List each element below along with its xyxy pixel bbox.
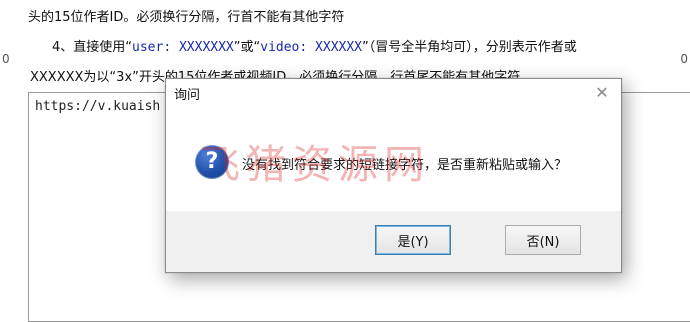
no-button[interactable]: 否(N): [505, 225, 581, 255]
close-button[interactable]: ✕: [589, 81, 615, 103]
line2-code-user: user: XXXXXXX: [132, 40, 234, 55]
dialog-title: 询问: [174, 88, 201, 103]
line2-mid: ”或“: [233, 40, 261, 55]
dialog-content: ? 没有找到符合要求的短链接字符，是否重新粘贴或输入？: [166, 105, 621, 211]
question-icon: ?: [195, 145, 229, 179]
dialog-titlebar[interactable]: 询问 ✕: [166, 79, 621, 105]
close-icon: ✕: [595, 82, 609, 102]
textarea-value: https://v.kuaish: [35, 99, 161, 114]
dialog-footer: 是(Y) 否(N): [166, 211, 621, 272]
line2-suffix: ”（冒号全半角均可），分别表示作者或: [362, 40, 577, 55]
instruction-line-2: 4、直接使用“user: XXXXXXX”或“video: XXXXXX”（冒号…: [52, 36, 577, 55]
instruction-line-1: 头的15位作者ID。必须换行分隔，行首不能有其他字符: [28, 10, 345, 25]
dialog-message: 没有找到符合要求的短链接字符，是否重新粘贴或输入？: [242, 158, 568, 173]
left-edge-mark: 0: [2, 52, 10, 66]
line2-code-video: video: XXXXXX: [260, 40, 362, 55]
inquiry-dialog: 询问 ✕ ? 没有找到符合要求的短链接字符，是否重新粘贴或输入？ 是(Y) 否(…: [165, 78, 622, 273]
line2-prefix: 4、直接使用“: [52, 40, 133, 55]
right-edge-mark: 0: [680, 52, 688, 66]
yes-button[interactable]: 是(Y): [375, 225, 451, 255]
